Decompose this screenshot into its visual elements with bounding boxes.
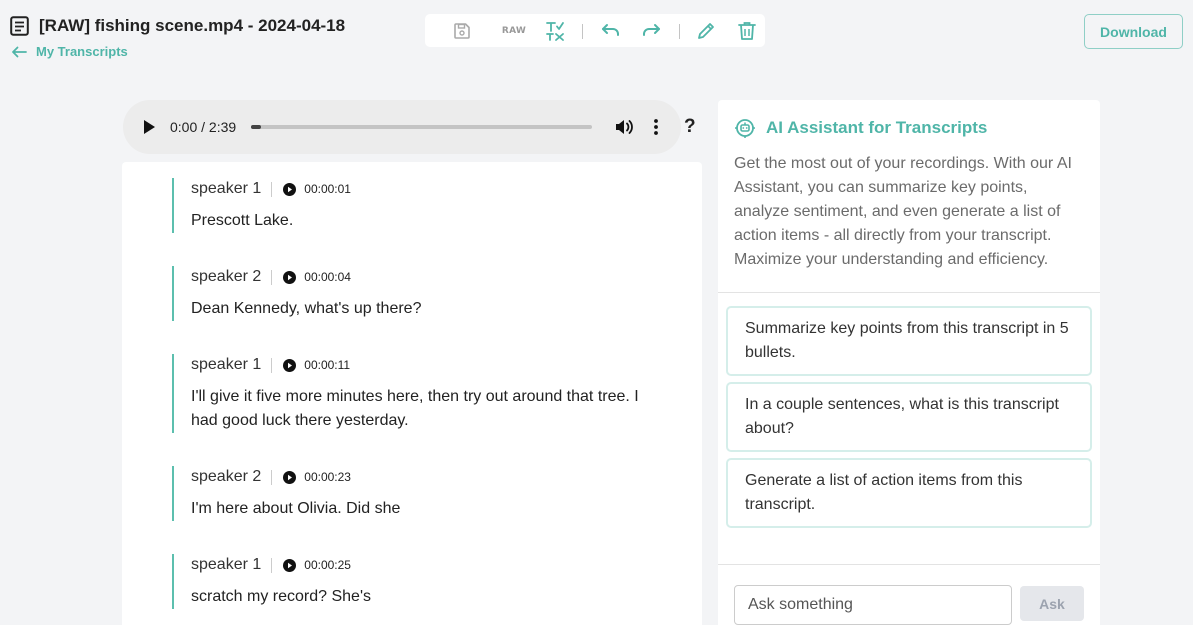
- play-segment-icon[interactable]: [283, 358, 297, 372]
- speaker-label[interactable]: speaker 1: [191, 180, 261, 198]
- more-options-icon[interactable]: [648, 118, 664, 136]
- speaker-label[interactable]: speaker 1: [191, 356, 261, 374]
- speaker-label[interactable]: speaker 2: [191, 268, 261, 286]
- editor-toolbar: RAW: [425, 14, 765, 47]
- speaker-label[interactable]: speaker 2: [191, 468, 261, 486]
- volume-icon[interactable]: [614, 117, 634, 137]
- transcript-segment: speaker 1 00:00:11 I'll give it five mor…: [172, 354, 652, 433]
- ask-input[interactable]: [734, 585, 1012, 625]
- redo-icon: [643, 24, 660, 36]
- ai-assistant-icon: [735, 119, 755, 138]
- play-segment-icon[interactable]: [283, 270, 297, 284]
- divider: [271, 557, 273, 573]
- raw-icon: RAW: [501, 26, 527, 36]
- download-button[interactable]: Download: [1084, 14, 1183, 49]
- speaker-label[interactable]: speaker 1: [191, 556, 261, 574]
- transcript-segment: speaker 2 00:00:23 I'm here about Olivia…: [172, 466, 652, 521]
- segment-timestamp[interactable]: 00:00:25: [304, 558, 351, 572]
- segment-timestamp[interactable]: 00:00:04: [304, 270, 351, 284]
- find-replace-button[interactable]: [544, 20, 568, 42]
- ai-description: Get the most out of your recordings. Wit…: [734, 155, 1072, 268]
- redo-button[interactable]: [640, 20, 664, 42]
- segment-text[interactable]: I'm here about Olivia. Did she: [191, 497, 652, 521]
- save-icon: [454, 23, 470, 39]
- divider: [718, 292, 1100, 293]
- divider: [271, 269, 273, 285]
- play-segment-icon[interactable]: [283, 558, 297, 572]
- divider: [718, 564, 1100, 565]
- segment-text[interactable]: Dean Kennedy, what's up there?: [191, 297, 652, 321]
- divider: [271, 357, 273, 373]
- help-button[interactable]: ?: [684, 116, 696, 138]
- document-icon: [10, 16, 29, 36]
- play-icon[interactable]: [142, 119, 156, 135]
- my-transcripts-link[interactable]: My Transcripts: [11, 44, 128, 59]
- undo-button[interactable]: [598, 20, 622, 42]
- find-replace-icon: [546, 22, 564, 41]
- audio-player: 0:00 / 2:39: [123, 100, 681, 154]
- toolbar-divider: [582, 24, 583, 39]
- undo-icon: [602, 24, 619, 36]
- audio-time: 0:00 / 2:39: [170, 119, 237, 135]
- delete-button[interactable]: [735, 20, 759, 42]
- transcript-segment: speaker 1 00:00:01 Prescott Lake.: [172, 178, 652, 233]
- ai-title: AI Assistant for Transcripts: [766, 118, 988, 137]
- play-segment-icon[interactable]: [283, 470, 297, 484]
- raw-toggle-button[interactable]: RAW: [502, 20, 526, 42]
- segment-text[interactable]: scratch my record? She's: [191, 585, 652, 609]
- my-transcripts-label: My Transcripts: [36, 44, 128, 59]
- delete-icon: [738, 22, 756, 40]
- divider: [271, 469, 273, 485]
- segment-timestamp[interactable]: 00:00:11: [304, 358, 350, 372]
- segment-timestamp[interactable]: 00:00:23: [304, 470, 351, 484]
- edit-button[interactable]: [694, 20, 718, 42]
- suggestion-action-items[interactable]: Generate a list of action items from thi…: [726, 458, 1092, 528]
- suggestion-about[interactable]: In a couple sentences, what is this tran…: [726, 382, 1092, 452]
- arrow-left-icon: [12, 46, 27, 57]
- suggestion-summarize[interactable]: Summarize key points from this transcrip…: [726, 306, 1092, 376]
- audio-progress: [251, 125, 262, 129]
- transcript-segment: speaker 1 00:00:25 scratch my record? Sh…: [172, 554, 652, 609]
- edit-icon: [698, 23, 714, 39]
- save-button[interactable]: [450, 20, 474, 42]
- divider: [271, 181, 273, 197]
- page-title: [RAW] fishing scene.mp4 - 2024-04-18: [39, 16, 346, 35]
- transcript-segment: speaker 2 00:00:04 Dean Kennedy, what's …: [172, 266, 652, 321]
- ai-assistant-panel: AI Assistant for Transcripts Get the mos…: [718, 100, 1100, 625]
- play-segment-icon[interactable]: [283, 182, 297, 196]
- audio-seek-bar[interactable]: [251, 125, 592, 129]
- transcript-panel: speaker 1 00:00:01 Prescott Lake. speake…: [122, 162, 702, 625]
- toolbar-divider: [679, 24, 680, 39]
- ask-button[interactable]: Ask: [1020, 586, 1084, 621]
- segment-text[interactable]: Prescott Lake.: [191, 209, 652, 233]
- segment-text[interactable]: I'll give it five more minutes here, the…: [191, 385, 652, 433]
- segment-timestamp[interactable]: 00:00:01: [304, 182, 351, 196]
